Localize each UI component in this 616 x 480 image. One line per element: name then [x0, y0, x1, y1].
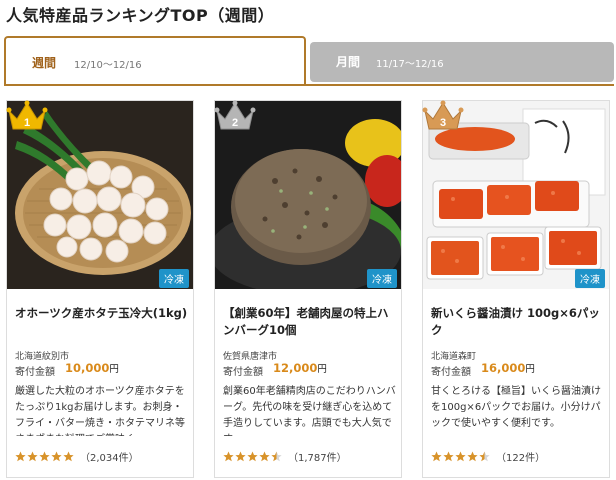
review-count: （1,787件） — [288, 453, 347, 464]
star-icon — [479, 451, 490, 462]
star-icon — [431, 451, 442, 462]
product-region: 佐賀県唐津市 — [223, 352, 278, 362]
star-icon — [235, 451, 246, 462]
product-name[interactable]: 【創業60年】老舗肉屋の特上ハンバーグ10個 — [223, 305, 397, 339]
donation-amount: 16,000円 — [481, 361, 535, 375]
donation-amount: 10,000円 — [65, 361, 119, 375]
rating-stars — [431, 451, 491, 462]
tab-monthly-range: 11/17〜12/16 — [376, 59, 444, 70]
product-name[interactable]: 新いくら醤油漬け 100g×6パック — [431, 305, 605, 339]
frozen-badge: 冷凍 — [575, 269, 605, 288]
star-icon — [15, 451, 26, 462]
star-icon — [247, 451, 258, 462]
amount-value: 10,000 — [65, 361, 110, 375]
tab-weekly-label: 週間 — [32, 56, 57, 70]
product-region: 北海道森町 — [431, 352, 477, 362]
star-icon — [63, 451, 74, 462]
ranking-card-3[interactable]: 3 冷凍 新いくら醤油漬け 100g×6パック 北海道森町 寄付金額 16,00… — [422, 100, 610, 478]
product-description: 甘くとろける【極旨】いくら醤油漬けを100g×6パックでお届け。小分けパックで使… — [431, 386, 601, 429]
product-name[interactable]: オホーツク産ホタテ玉冷大(1kg) — [15, 305, 189, 322]
product-rating: （1,787件） — [223, 449, 347, 464]
star-icon — [223, 451, 234, 462]
product-rating: （122件） — [431, 449, 545, 464]
donation-amount: 12,000円 — [273, 361, 327, 375]
review-count: （2,034件） — [80, 453, 139, 464]
bronze-crown-icon: 3 — [421, 99, 465, 133]
gold-crown-icon: 1 — [5, 99, 49, 133]
page-title: 人気特産品ランキングTOP（週間） — [6, 6, 275, 25]
donation-amount-label: 寄付金額 — [223, 367, 263, 378]
rating-stars — [15, 451, 75, 462]
donation-amount-label: 寄付金額 — [431, 367, 471, 378]
star-icon — [51, 451, 62, 462]
star-icon — [39, 451, 50, 462]
tab-monthly[interactable]: 月間 11/17〜12/16 — [310, 42, 614, 82]
ranking-tabs: 週間 12/10〜12/16 月間 11/17〜12/16 — [4, 36, 614, 86]
tab-weekly[interactable]: 週間 12/10〜12/16 — [4, 36, 306, 86]
ranking-card-2[interactable]: 2 冷凍 【創業60年】老舗肉屋の特上ハンバーグ10個 佐賀県唐津市 寄付金額 … — [214, 100, 402, 478]
tab-underline — [4, 84, 614, 86]
rank-number: 1 — [24, 117, 30, 129]
yen-unit: 円 — [525, 364, 535, 375]
product-region: 北海道紋別市 — [15, 352, 70, 362]
star-icon — [467, 451, 478, 462]
rank-number: 2 — [232, 117, 238, 129]
star-icon — [455, 451, 466, 462]
silver-crown-icon: 2 — [213, 99, 257, 133]
frozen-badge: 冷凍 — [367, 269, 397, 288]
ranking-card-1[interactable]: 1 冷凍 オホーツク産ホタテ玉冷大(1kg) 北海道紋別市 寄付金額 10,00… — [6, 100, 194, 478]
yen-unit: 円 — [109, 364, 119, 375]
rank-number: 3 — [440, 117, 446, 129]
donation-amount-label: 寄付金額 — [15, 367, 55, 378]
tab-weekly-range: 12/10〜12/16 — [74, 60, 142, 71]
review-count: （122件） — [496, 453, 546, 464]
yen-unit: 円 — [317, 364, 327, 375]
amount-value: 16,000 — [481, 361, 526, 375]
star-icon — [27, 451, 38, 462]
star-icon — [259, 451, 270, 462]
star-icon — [271, 451, 282, 462]
rating-stars — [223, 451, 283, 462]
product-description: 創業60年老舗精肉店のこだわりハンバーグ。先代の味を受け継ぎ心を込めて手造りして… — [223, 386, 396, 436]
frozen-badge: 冷凍 — [159, 269, 189, 288]
tab-monthly-label: 月間 — [336, 55, 361, 69]
product-rating: （2,034件） — [15, 449, 139, 464]
amount-value: 12,000 — [273, 361, 318, 375]
star-icon — [443, 451, 454, 462]
product-description: 厳選した大粒のオホーツク産ホタテをたっぷり1kgお届けします。お刺身・フライ・バ… — [15, 386, 185, 436]
